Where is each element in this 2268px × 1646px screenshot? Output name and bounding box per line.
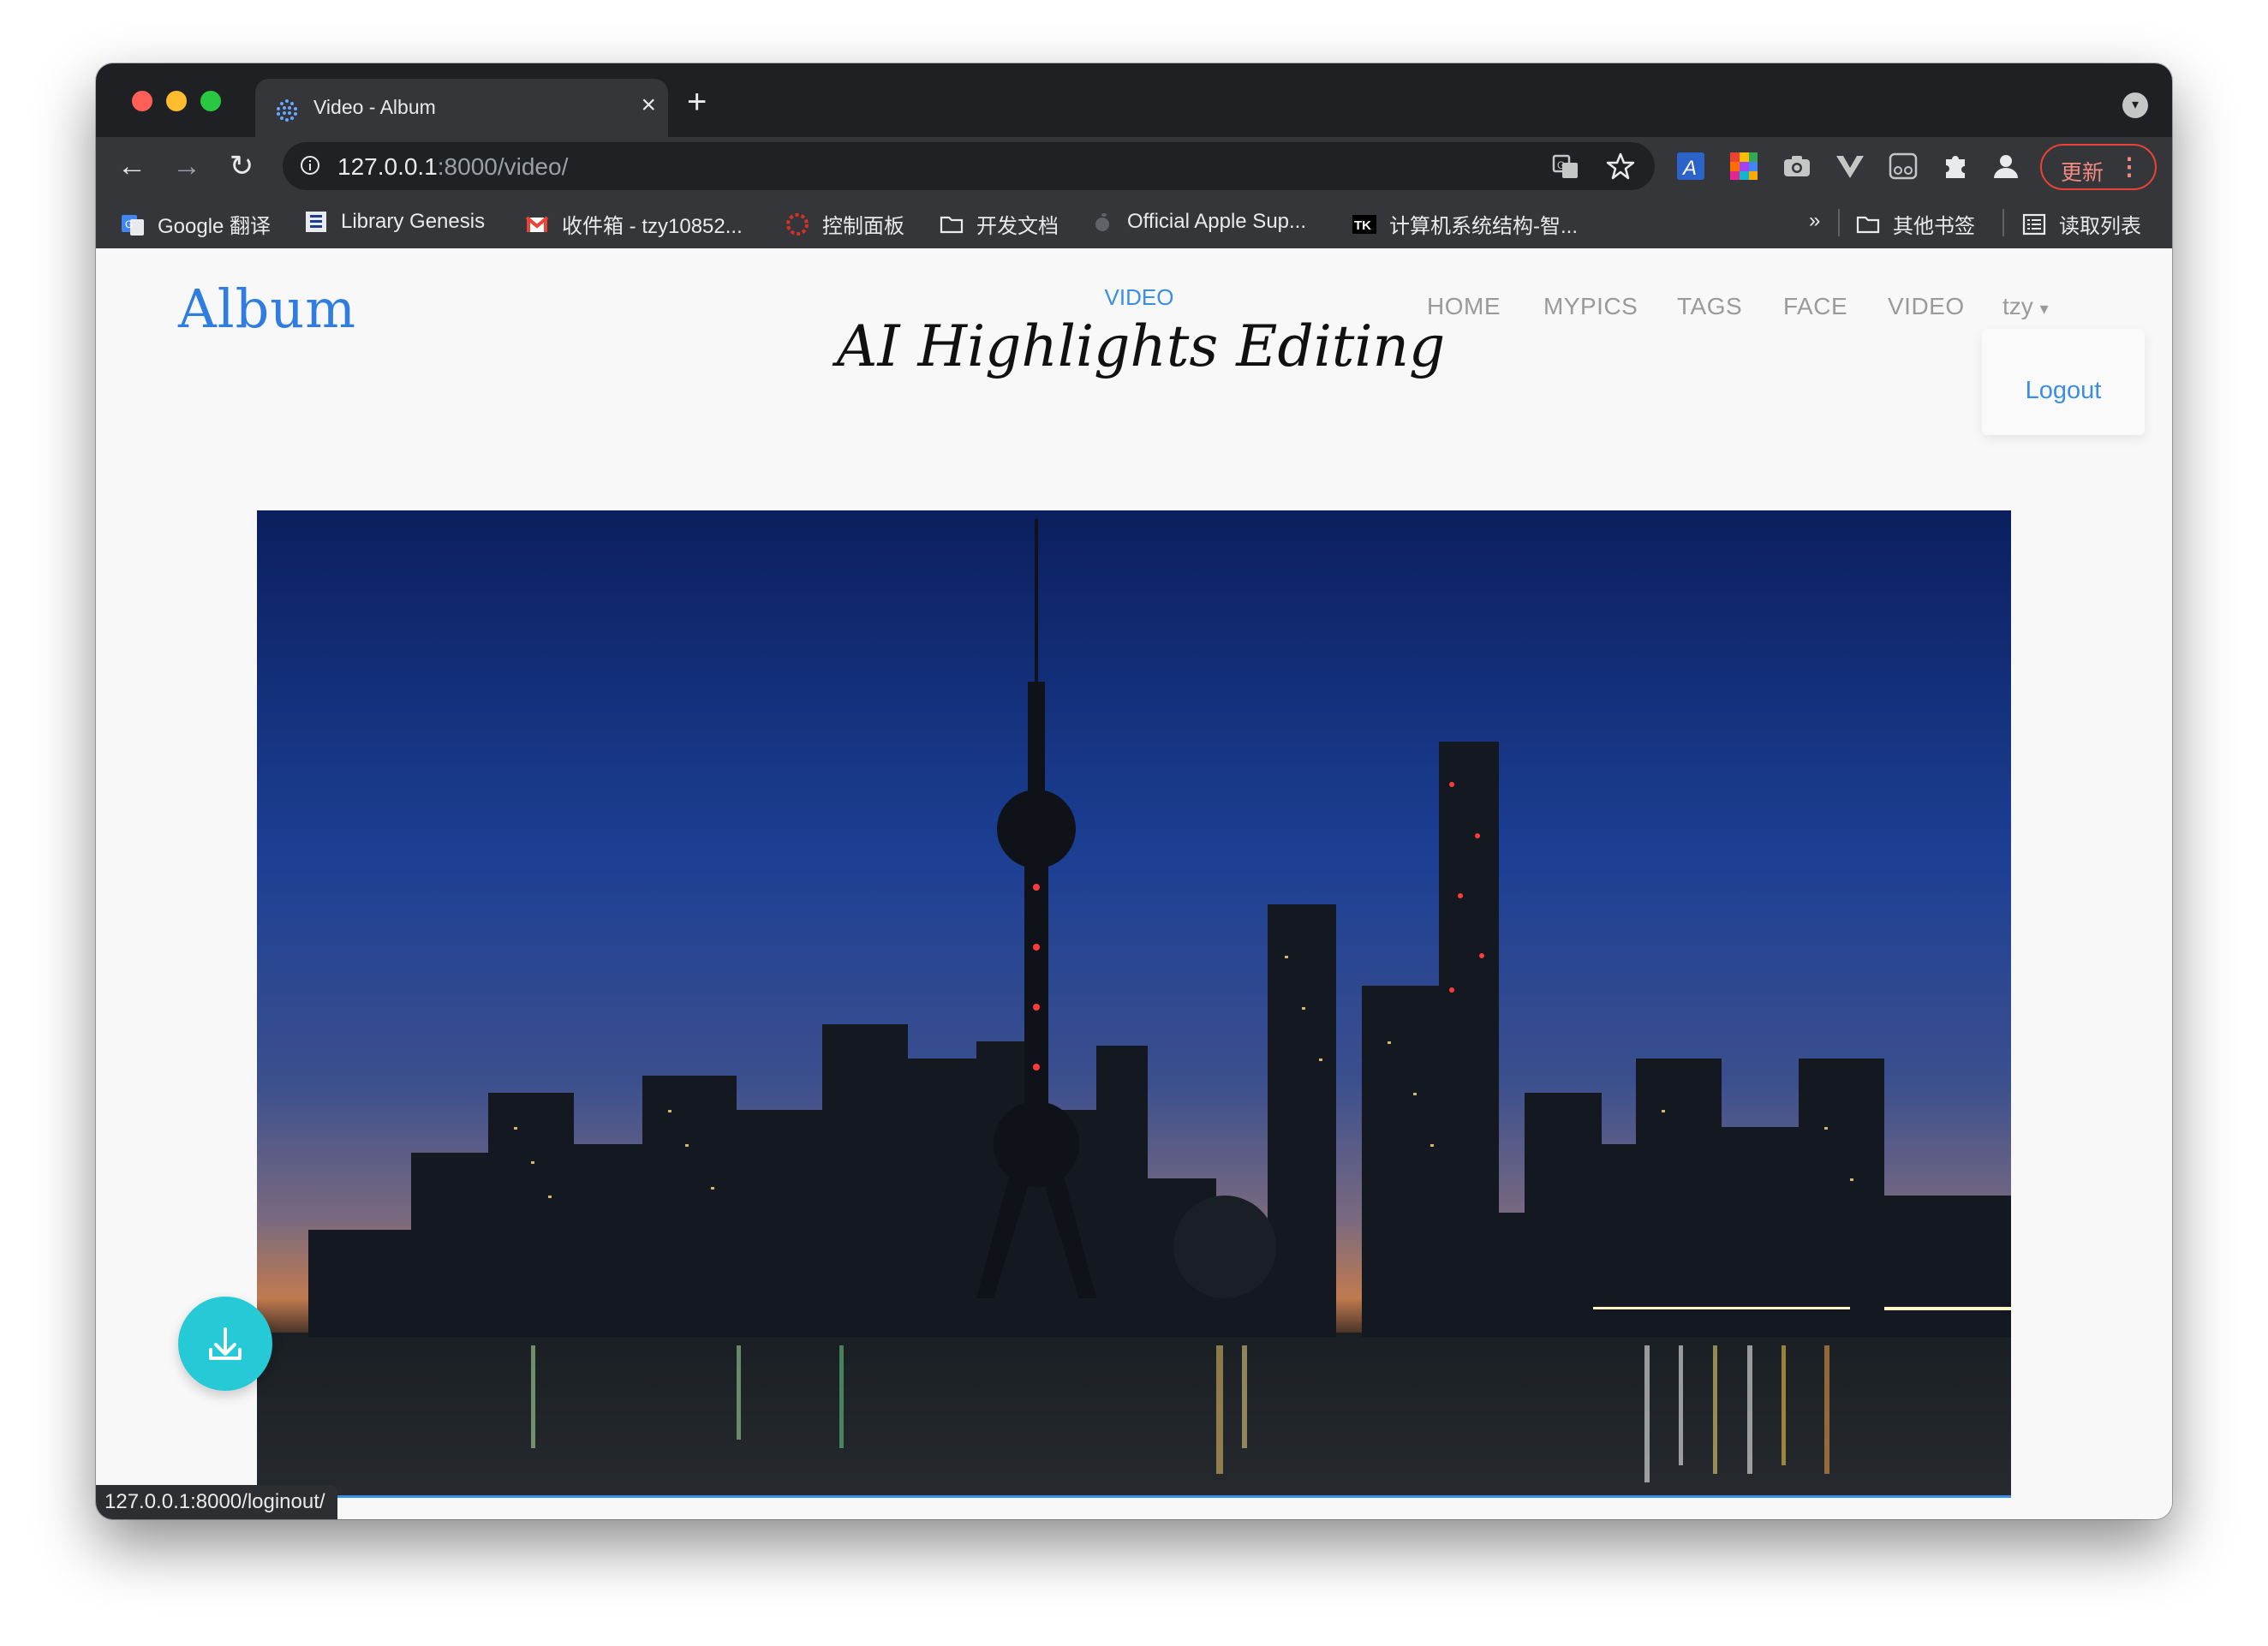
nav-face[interactable]: FACE [1783, 293, 1847, 320]
gmail-icon [525, 215, 549, 232]
album-favicon-icon [277, 99, 297, 122]
bookmark-control-panel[interactable]: 控制面板 [785, 209, 904, 239]
nav-tags[interactable]: TAGS [1677, 293, 1742, 320]
video-frame-city-skyline [257, 510, 2011, 1495]
bookmark-library-genesis[interactable]: Library Genesis [303, 209, 485, 235]
google-translate-icon: G [122, 214, 144, 236]
bookmark-gmail[interactable]: 收件箱 - tzy10852... [524, 209, 743, 239]
bookmark-label: 开发文档 [976, 215, 1059, 238]
svg-text:G: G [125, 218, 133, 230]
bookmark-label: 计算机系统结构-智... [1389, 215, 1578, 238]
tab-search-icon[interactable]: ▾ [2122, 92, 2148, 118]
address-bar[interactable]: 127.0.0.1:8000/video/ G [283, 142, 1655, 190]
translate-icon[interactable]: G [1549, 149, 1583, 183]
bookmark-label: 控制面板 [822, 215, 904, 238]
bookmark-label: Official Apple Sup... [1127, 210, 1307, 233]
reload-button[interactable]: ↻ [223, 147, 260, 185]
window-minimize-button[interactable] [166, 91, 187, 111]
browser-toolbar: ← → ↻ 127.0.0.1:8000/video/ G A 更新 ⋮ [96, 137, 2172, 197]
color-picker-icon[interactable] [1727, 149, 1761, 183]
user-dropdown: Logout [1982, 329, 2145, 435]
video-player[interactable] [257, 510, 2011, 1498]
camera-icon[interactable] [1780, 149, 1814, 183]
svg-text:G: G [1557, 159, 1565, 171]
nav-video[interactable]: VIDEO [1888, 293, 1965, 320]
bookmarks-bar: G Google 翻译 Library Genesis 收件箱 - tzy108… [96, 197, 2172, 249]
other-bookmarks[interactable]: 其他书签 [1855, 209, 1975, 239]
user-menu[interactable]: tzy ▾ [2002, 293, 2049, 320]
bookmarks-divider [1838, 209, 1840, 236]
bookmark-label: Google 翻译 [158, 215, 272, 238]
bookmark-google-translate[interactable]: G Google 翻译 [120, 209, 271, 239]
page-title: AI Highlights Editing [836, 313, 1446, 379]
browser-menu-icon[interactable]: ⋮ [2117, 152, 2141, 182]
reading-list[interactable]: 读取列表 [2021, 209, 2141, 239]
bookmarks-overflow-button[interactable]: » [1809, 209, 1820, 233]
nav-home[interactable]: HOME [1427, 293, 1501, 320]
bookmark-label: Library Genesis [341, 210, 486, 233]
bookmarks-divider [2002, 209, 2004, 236]
vue-devtools-icon[interactable] [1833, 149, 1867, 183]
bookmark-label: 收件箱 - tzy10852... [562, 215, 743, 238]
svg-text:A: A [1681, 157, 1697, 180]
logout-link[interactable]: Logout [1982, 377, 2145, 405]
folder-icon [1856, 216, 1880, 233]
username: tzy [2002, 293, 2033, 319]
bookmark-star-icon[interactable] [1603, 149, 1638, 183]
tab-close-icon[interactable]: × [641, 92, 656, 118]
reader-mode-icon[interactable] [1886, 149, 1920, 183]
update-button[interactable]: 更新 ⋮ [2040, 144, 2157, 190]
bookmark-computer-architecture[interactable]: TK 计算机系统结构-智... [1352, 209, 1578, 239]
url-path: :8000/video/ [437, 153, 569, 180]
tab-video-album[interactable]: Video - Album × [255, 79, 668, 137]
page-content: Album VIDEO AI Highlights Editing HOME M… [96, 248, 2172, 1519]
tab-strip: Video - Album × + ▾ [96, 63, 2172, 137]
other-bookmarks-label: 其他书签 [1893, 215, 1975, 238]
nav-mypics[interactable]: MYPICS [1543, 293, 1638, 320]
library-genesis-icon [306, 212, 326, 232]
browser-window: Video - Album × + ▾ ← → ↻ 127.0.0.1:8000… [96, 63, 2172, 1519]
reading-list-label: 读取列表 [2059, 215, 2141, 238]
download-icon [209, 1327, 242, 1360]
svg-text:TK: TK [1354, 218, 1371, 233]
apple-icon [1095, 213, 1109, 231]
update-label: 更新 [2061, 161, 2104, 185]
site-info-icon[interactable] [300, 155, 320, 176]
tk-icon: TK [1352, 214, 1376, 234]
download-button[interactable] [178, 1297, 272, 1391]
bookmark-apple-support[interactable]: Official Apple Sup... [1089, 209, 1306, 235]
tab-title: Video - Album [313, 96, 436, 118]
new-tab-button[interactable]: + [687, 85, 707, 119]
url-host: 127.0.0.1 [337, 153, 438, 180]
extensions-puzzle-icon[interactable] [1939, 149, 1973, 183]
bookmark-dev-docs[interactable]: 开发文档 [939, 209, 1059, 239]
profile-icon[interactable] [1989, 149, 2023, 183]
status-bar-url: 127.0.0.1:8000/loginout/ [96, 1485, 337, 1519]
text-extension-icon[interactable]: A [1674, 149, 1708, 183]
back-button[interactable]: ← [113, 147, 151, 185]
chevron-down-icon: ▾ [2039, 300, 2049, 319]
folder-icon [940, 216, 964, 233]
url-text[interactable]: 127.0.0.1:8000/video/ [337, 153, 568, 181]
page-subtitle: VIDEO [1104, 284, 1174, 310]
window-maximize-button[interactable] [200, 91, 221, 111]
site-logo[interactable]: Album [178, 277, 356, 340]
forward-button[interactable]: → [168, 147, 206, 185]
window-close-button[interactable] [132, 91, 152, 111]
reading-list-icon [2022, 213, 2046, 235]
control-panel-icon [786, 212, 809, 236]
